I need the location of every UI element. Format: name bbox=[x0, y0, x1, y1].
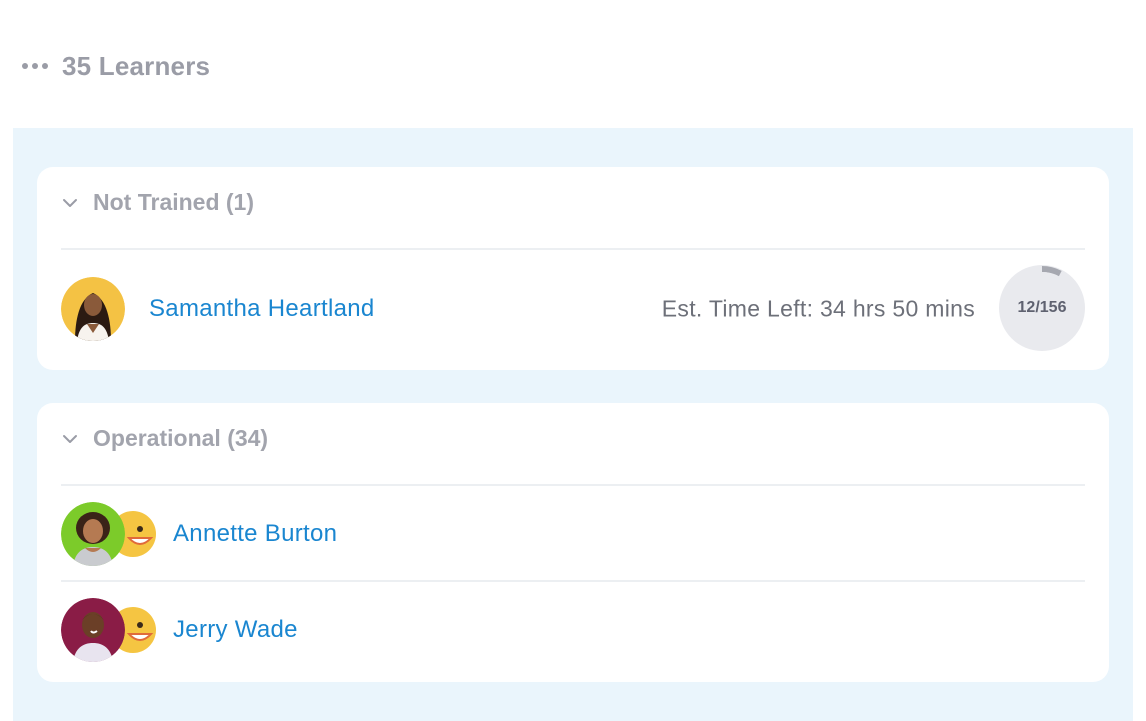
group-header-not-trained[interactable]: Not Trained (1) bbox=[61, 189, 254, 216]
learners-header: 35 Learners bbox=[22, 44, 210, 88]
divider bbox=[61, 484, 1085, 486]
learner-row: Annette Burton bbox=[61, 502, 1085, 566]
chevron-down-icon bbox=[63, 198, 77, 207]
learner-name-link[interactable]: Samantha Heartland bbox=[149, 295, 375, 323]
group-card-not-trained: Not Trained (1) Samantha Heartland Est. … bbox=[37, 167, 1109, 370]
learner-row: Jerry Wade bbox=[61, 598, 1085, 662]
group-header-operational[interactable]: Operational (34) bbox=[61, 425, 268, 452]
progress-ring: 12/156 bbox=[999, 265, 1085, 351]
group-title: Operational (34) bbox=[93, 425, 269, 451]
learner-row: Samantha Heartland Est. Time Left: 34 hr… bbox=[61, 265, 1085, 351]
avatar bbox=[61, 277, 125, 341]
chevron-down-icon bbox=[63, 434, 77, 443]
est-time-left: Est. Time Left: 34 hrs 50 mins bbox=[661, 295, 975, 322]
learner-name-link[interactable]: Annette Burton bbox=[173, 520, 337, 548]
learner-name-link[interactable]: Jerry Wade bbox=[173, 616, 298, 644]
divider bbox=[61, 248, 1085, 250]
learner-count: 35 Learners bbox=[62, 50, 211, 81]
divider bbox=[61, 580, 1085, 582]
progress-label: 12/156 bbox=[1017, 299, 1067, 316]
group-card-operational: Operational (34) Annette Burton Jerry Wa… bbox=[37, 403, 1109, 682]
more-horizontal-icon[interactable] bbox=[22, 63, 48, 69]
avatar bbox=[61, 502, 125, 566]
avatar bbox=[61, 598, 125, 662]
group-title: Not Trained (1) bbox=[93, 189, 255, 215]
learner-groups-panel: Not Trained (1) Samantha Heartland Est. … bbox=[13, 128, 1133, 721]
